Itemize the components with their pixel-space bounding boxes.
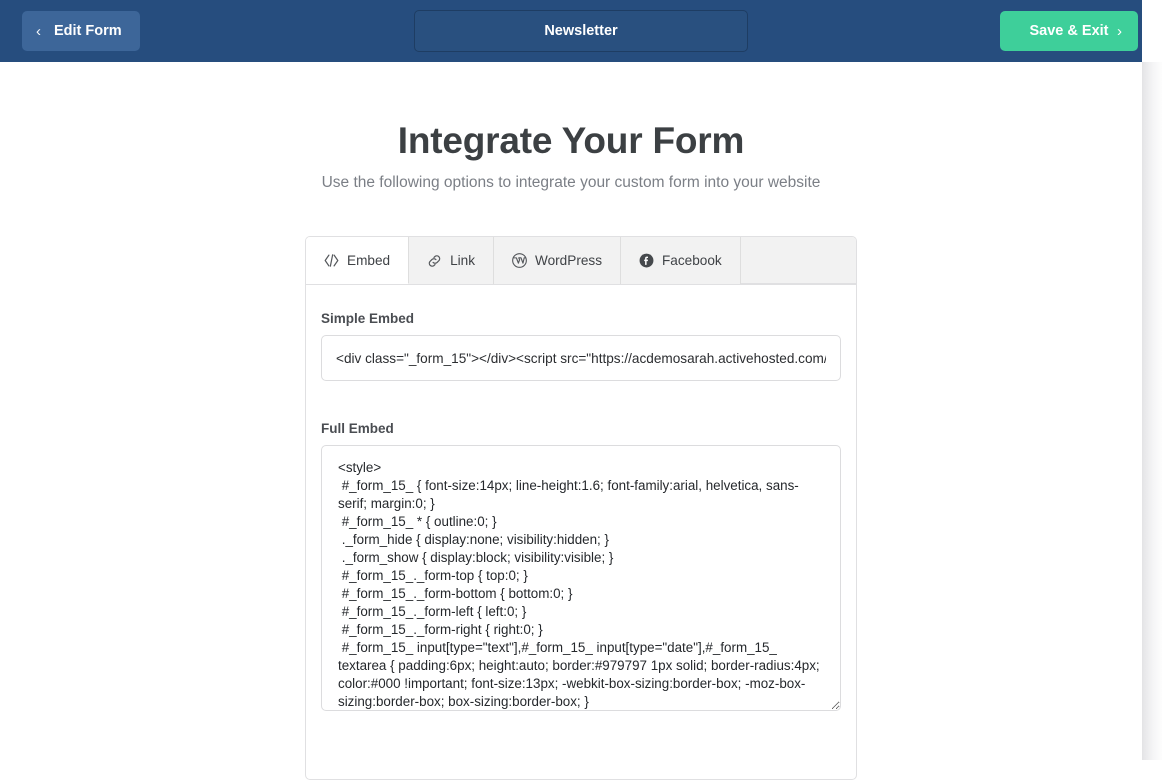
top-bar: ‹ Edit Form Newsletter Save & Exit › xyxy=(0,0,1142,62)
tab-link[interactable]: Link xyxy=(409,237,495,284)
integration-tabs: Embed Link WordPress Facebook xyxy=(306,237,856,285)
tab-facebook-label: Facebook xyxy=(662,253,722,268)
panel-spacer xyxy=(321,381,841,415)
tab-link-label: Link xyxy=(450,253,476,268)
tab-embed-label: Embed xyxy=(347,252,391,268)
save-and-exit-button[interactable]: Save & Exit › xyxy=(1000,11,1138,51)
tabs-filler xyxy=(740,237,856,284)
chevron-left-icon: ‹ xyxy=(36,22,41,40)
embed-panel: Simple Embed Full Embed <style> #_form_1… xyxy=(306,285,856,716)
form-name-value: Newsletter xyxy=(544,23,618,39)
tab-wordpress[interactable]: WordPress xyxy=(494,237,621,284)
form-name-input[interactable]: Newsletter xyxy=(414,10,748,52)
save-and-exit-label: Save & Exit xyxy=(1029,23,1109,39)
edit-form-button-label: Edit Form xyxy=(54,23,122,39)
page-content: Integrate Your Form Use the following op… xyxy=(0,62,1142,780)
simple-embed-label: Simple Embed xyxy=(321,311,415,326)
link-icon xyxy=(427,254,442,268)
code-icon xyxy=(324,253,339,267)
full-embed-textarea[interactable]: <style> #_form_15_ { font-size:14px; lin… xyxy=(321,445,841,711)
tab-wordpress-label: WordPress xyxy=(535,253,602,268)
page-scrollbar-gutter[interactable] xyxy=(1142,62,1162,760)
simple-embed-input[interactable] xyxy=(321,335,841,381)
edit-form-button[interactable]: ‹ Edit Form xyxy=(22,11,140,51)
page-title: Integrate Your Form xyxy=(397,120,745,161)
facebook-icon xyxy=(639,253,654,268)
tab-embed[interactable]: Embed xyxy=(306,237,410,284)
chevron-right-icon: › xyxy=(1117,22,1122,40)
page-subtitle: Use the following options to integrate y… xyxy=(321,174,821,191)
full-embed-label: Full Embed xyxy=(321,421,394,436)
integration-card: Embed Link WordPress Facebook Simple Emb… xyxy=(305,236,857,780)
wordpress-icon xyxy=(512,253,527,268)
tab-facebook[interactable]: Facebook xyxy=(621,237,741,284)
